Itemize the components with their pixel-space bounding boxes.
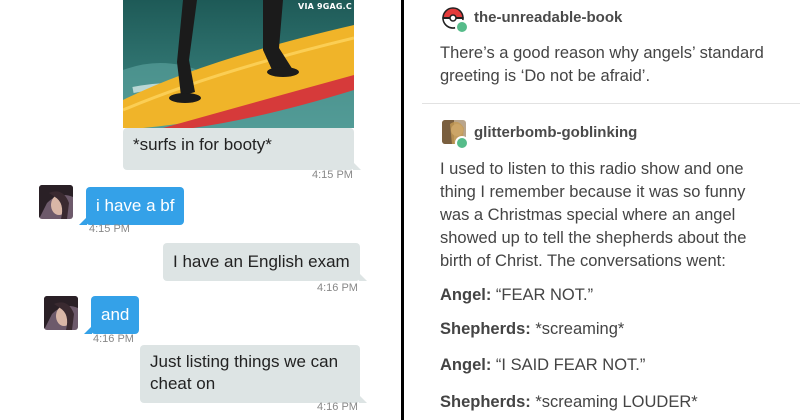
dialogue-line: Shepherds: *screaming LOUDER*: [440, 393, 698, 412]
tumblr-panel: the-unreadable-book There’s a good reaso…: [404, 0, 800, 420]
timestamp: 4:16 PM: [317, 401, 358, 413]
post-separator: [422, 103, 800, 104]
avatar[interactable]: [44, 296, 78, 330]
message-text: *surfs in for booty*: [133, 135, 272, 154]
post-body: I used to listen to this radio show and …: [440, 158, 746, 273]
avatar-image: [39, 185, 73, 219]
reblog-badge-icon: [455, 136, 469, 150]
surfing-photo[interactable]: VIA 9GAG.C: [123, 0, 354, 128]
chat-panel: VIA 9GAG.C *surfs in for booty* 4:15 PM …: [0, 0, 401, 420]
post-line: showed up to tell the shepherds about th…: [440, 229, 747, 247]
message-text-line: Just listing things we can: [150, 352, 339, 371]
speaker-label: Shepherds:: [440, 320, 531, 338]
dialogue-text: “I SAID FEAR NOT.”: [491, 356, 646, 374]
dialogue-line: Angel: “FEAR NOT.”: [440, 286, 593, 305]
timestamp: 4:15 PM: [89, 223, 130, 235]
dialogue-text: *screaming LOUDER*: [530, 393, 698, 411]
watermark: VIA 9GAG.C: [298, 2, 352, 11]
outgoing-message[interactable]: I have an English exam: [163, 243, 367, 281]
message-text: i have a bf: [96, 196, 175, 215]
message-text: and: [101, 305, 130, 324]
post-line: birth of Christ. The conversations went:: [440, 252, 726, 270]
dialogue-text: “FEAR NOT.”: [491, 286, 594, 304]
dialogue-line: Shepherds: *screaming*: [440, 320, 624, 339]
dialogue-line: Angel: “I SAID FEAR NOT.”: [440, 356, 645, 375]
timestamp: 4:15 PM: [312, 169, 353, 181]
post-line: greeting is ‘Do not be afraid’.: [440, 67, 651, 85]
message-text-line: cheat on: [150, 374, 216, 393]
outgoing-message[interactable]: *surfs in for booty*: [123, 128, 361, 170]
post-line: I used to listen to this radio show and …: [440, 160, 744, 178]
avatar[interactable]: [39, 185, 73, 219]
timestamp: 4:16 PM: [93, 333, 134, 345]
incoming-message[interactable]: and: [83, 296, 140, 334]
speaker-label: Shepherds:: [440, 393, 531, 411]
post-line: was a Christmas special where an angel: [440, 206, 736, 224]
speaker-label: Angel:: [440, 356, 492, 374]
surfing-image: [123, 0, 354, 128]
message-text: I have an English exam: [173, 252, 350, 271]
dialogue-text: *screaming*: [530, 320, 625, 338]
speaker-label: Angel:: [440, 286, 492, 304]
reblog-badge-icon: [455, 20, 469, 34]
post-username[interactable]: glitterbomb-goblinking: [474, 124, 637, 141]
avatar-image: [44, 296, 78, 330]
outgoing-message[interactable]: Just listing things we can cheat on: [140, 345, 367, 403]
incoming-message[interactable]: i have a bf: [78, 187, 185, 225]
post-line: There’s a good reason why angels’ standa…: [440, 44, 764, 62]
post-username[interactable]: the-unreadable-book: [474, 9, 622, 26]
timestamp: 4:16 PM: [317, 282, 358, 294]
post-body: There’s a good reason why angels’ standa…: [440, 42, 764, 88]
post-line: thing I remember because it was so funny: [440, 183, 746, 201]
